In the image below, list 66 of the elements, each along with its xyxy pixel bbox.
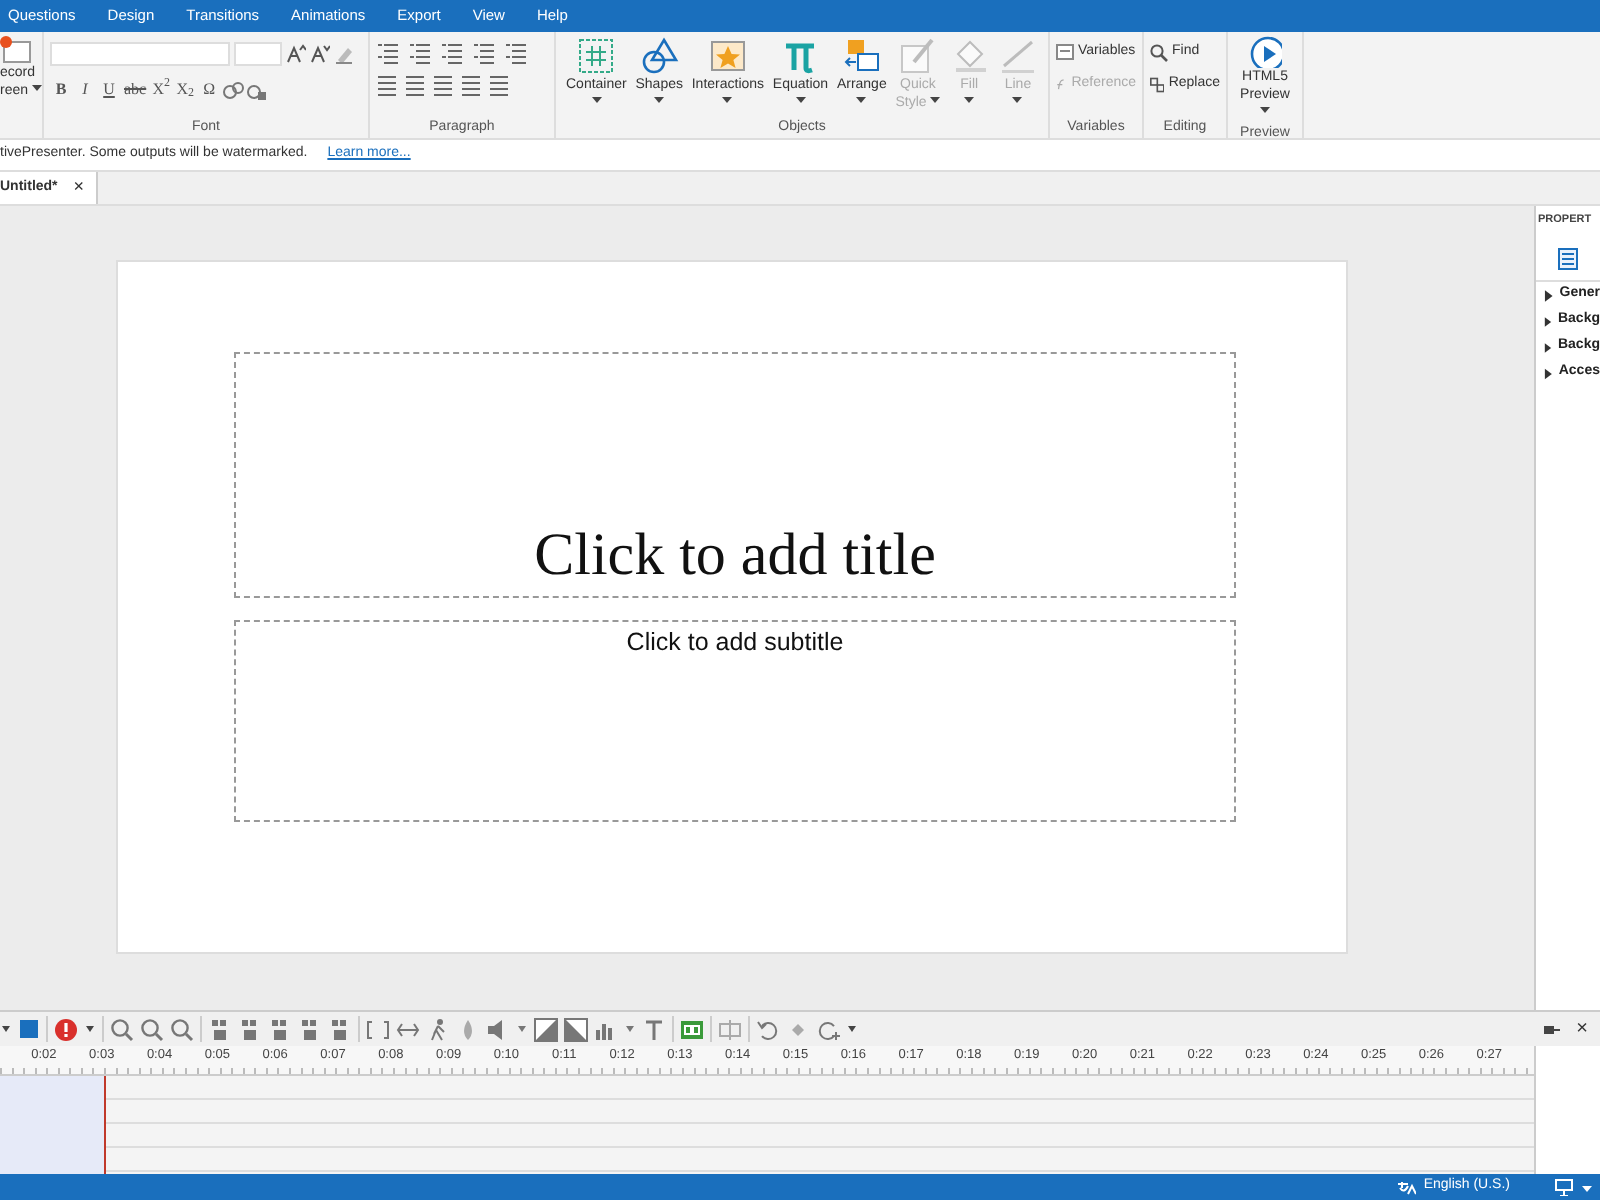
stop-icon[interactable] xyxy=(18,1017,40,1041)
zoom-in-icon[interactable] xyxy=(110,1017,134,1041)
shapes-icon xyxy=(639,36,680,76)
language-icon[interactable] xyxy=(1395,1179,1416,1195)
caret-icon xyxy=(31,84,42,93)
expand-arrow-icon[interactable] xyxy=(1544,315,1552,327)
grow-font-icon[interactable] xyxy=(286,44,306,64)
pin-icon[interactable] xyxy=(1542,1021,1563,1037)
align-icon[interactable] xyxy=(208,1017,232,1041)
align-icon[interactable] xyxy=(238,1017,262,1041)
caret-icon xyxy=(1260,105,1270,114)
fade-in-icon[interactable] xyxy=(534,1017,558,1041)
format-button[interactable]: U xyxy=(98,76,120,104)
caption-icon[interactable] xyxy=(680,1017,704,1041)
record-icon[interactable] xyxy=(54,1017,78,1041)
caret-icon xyxy=(654,95,665,103)
fade-out-icon[interactable] xyxy=(564,1017,588,1041)
caret-icon xyxy=(722,95,733,103)
eraser-icon[interactable] xyxy=(334,44,354,64)
monitor-icon[interactable] xyxy=(1554,1178,1574,1196)
font-family-field[interactable] xyxy=(50,42,230,66)
align-icon[interactable] xyxy=(268,1017,292,1041)
format-button[interactable]: I xyxy=(74,76,96,104)
variables-icon xyxy=(1056,44,1074,60)
replace-icon xyxy=(1150,75,1165,93)
caret-icon xyxy=(1012,95,1023,103)
align-left-icon[interactable] xyxy=(376,72,400,96)
zoom-fit-icon[interactable] xyxy=(170,1017,194,1041)
format-button[interactable]: abc xyxy=(122,76,149,104)
align-icon[interactable] xyxy=(328,1017,352,1041)
properties-icon[interactable] xyxy=(1558,248,1578,270)
format-button[interactable]: B xyxy=(50,76,72,104)
align-icon[interactable] xyxy=(298,1017,322,1041)
caret-icon xyxy=(964,95,975,103)
subtitle-placeholder[interactable]: Click to add subtitle xyxy=(234,620,1236,822)
bullets-icon[interactable] xyxy=(376,40,404,64)
format-button[interactable]: Ω xyxy=(198,76,221,104)
function-icon xyxy=(1056,76,1068,92)
bracket-icon[interactable] xyxy=(366,1017,390,1041)
shrink-font-icon[interactable] xyxy=(310,44,330,64)
expand-arrow-icon[interactable] xyxy=(1544,367,1553,379)
caret-icon[interactable] xyxy=(1582,1183,1592,1191)
link-icon[interactable] xyxy=(222,79,245,101)
redo-icon[interactable] xyxy=(816,1017,840,1041)
close-icon[interactable]: × xyxy=(73,174,85,202)
caret-icon xyxy=(795,95,806,103)
expand-arrow-icon[interactable] xyxy=(1544,289,1554,301)
brush-icon xyxy=(897,36,938,76)
caret-icon xyxy=(591,95,602,103)
text-icon[interactable] xyxy=(642,1017,666,1041)
title-placeholder[interactable]: Click to add title xyxy=(234,352,1236,598)
caret-icon xyxy=(856,95,867,103)
figure-icon[interactable] xyxy=(426,1017,450,1041)
zoom-out-icon[interactable] xyxy=(140,1017,164,1041)
close-icon[interactable]: × xyxy=(1576,1014,1588,1044)
caret-icon xyxy=(930,96,941,105)
search-icon xyxy=(1150,43,1168,61)
undo-icon[interactable] xyxy=(756,1017,780,1041)
selected-range xyxy=(0,1076,106,1174)
line-icon xyxy=(997,36,1038,76)
expand-arrow-icon[interactable] xyxy=(1544,341,1552,353)
marker-icon[interactable] xyxy=(718,1017,742,1041)
format-button[interactable]: X$^{2}$ xyxy=(150,76,173,104)
format-button[interactable]: X$_{2}$ xyxy=(174,76,197,104)
font-size-field[interactable] xyxy=(234,42,282,66)
grid-icon xyxy=(576,36,617,76)
